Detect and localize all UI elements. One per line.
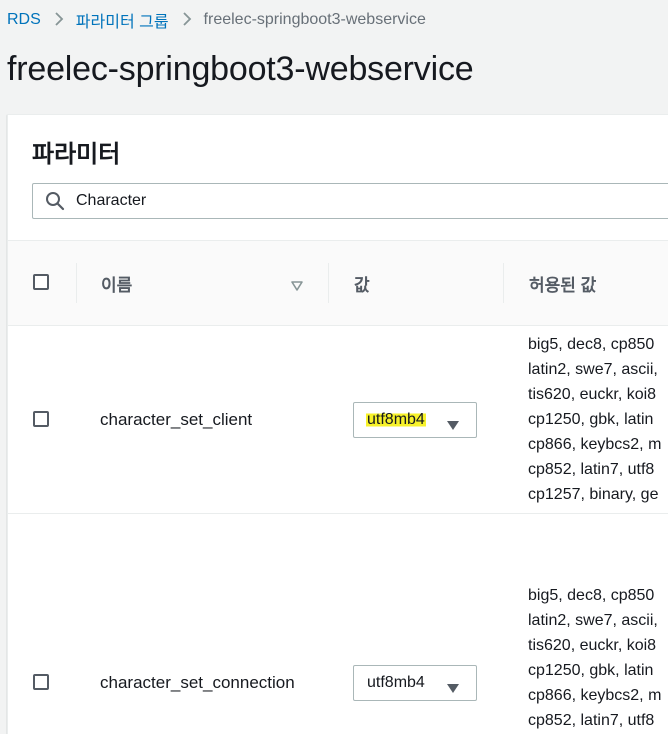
allowed-values-line: tis620, euckr, koi8 — [528, 386, 657, 403]
page-title: freelec-springboot3-webservice — [7, 50, 474, 88]
parameter-name[interactable]: character_set_connection — [100, 673, 295, 693]
value-select[interactable]: utf8mb4 — [353, 402, 477, 438]
search-icon — [45, 191, 65, 211]
allowed-values-line: big5, dec8, cp850 — [528, 587, 655, 604]
table-row: character_set_connection utf8mb4 big5, d… — [8, 514, 668, 734]
column-divider — [503, 263, 504, 303]
table-row: character_set_client utf8mb4 big5, dec8,… — [8, 326, 668, 514]
allowed-values: big5, dec8, cp850 latin2, swe7, ascii, t… — [528, 583, 668, 733]
breadcrumb-rds-link[interactable]: RDS — [7, 11, 41, 29]
allowed-values-line: cp852, latin7, utf8 — [528, 712, 655, 729]
caret-down-icon — [447, 417, 459, 430]
column-header-allowed-values: 허용된 값 — [529, 276, 597, 295]
sort-descending-icon[interactable] — [291, 278, 303, 291]
allowed-values-line: cp866, keybcs2, m — [528, 436, 662, 453]
allowed-values-line: latin2, swe7, ascii, — [528, 361, 658, 378]
table-header: 이름 값 허용된 값 — [8, 240, 668, 326]
column-divider — [76, 263, 77, 303]
search-input[interactable] — [76, 192, 636, 210]
allowed-values-line: cp852, latin7, utf8 — [528, 461, 655, 478]
panel-title: 파라미터 — [32, 141, 121, 168]
parameter-name[interactable]: character_set_client — [100, 410, 252, 430]
allowed-values-line: cp866, keybcs2, m — [528, 687, 662, 704]
chevron-right-icon — [54, 11, 64, 30]
breadcrumb: RDS 파라미터 그룹 freelec-springboot3-webservi… — [7, 8, 426, 32]
allowed-values-line: cp1250, gbk, latin — [528, 662, 654, 679]
value-selected: utf8mb4 — [367, 674, 425, 691]
allowed-values-line: cp1250, gbk, latin — [528, 411, 654, 428]
row-checkbox[interactable] — [33, 674, 49, 690]
row-checkbox[interactable] — [33, 411, 49, 427]
allowed-values-line: latin2, swe7, ascii, — [528, 612, 658, 629]
allowed-values-line: tis620, euckr, koi8 — [528, 637, 657, 654]
column-header-value: 값 — [354, 276, 370, 295]
value-selected: utf8mb4 — [366, 411, 426, 429]
caret-down-icon — [447, 680, 459, 693]
allowed-values-line: big5, dec8, cp850 — [528, 336, 655, 353]
allowed-values: big5, dec8, cp850 latin2, swe7, ascii, t… — [528, 332, 668, 507]
value-select[interactable]: utf8mb4 — [353, 665, 477, 701]
column-header-name[interactable]: 이름 — [101, 271, 132, 296]
breadcrumb-parameter-groups-link[interactable]: 파라미터 그룹 — [76, 8, 169, 32]
allowed-values-line: cp1257, binary, ge — [528, 486, 659, 503]
breadcrumb-current: freelec-springboot3-webservice — [203, 11, 426, 28]
column-divider — [328, 263, 329, 303]
parameters-panel: 파라미터 이름 값 허용된 값 character_set_client utf… — [7, 114, 668, 734]
search-box — [32, 183, 668, 219]
select-all-checkbox[interactable] — [33, 274, 49, 290]
chevron-right-icon — [182, 11, 192, 30]
